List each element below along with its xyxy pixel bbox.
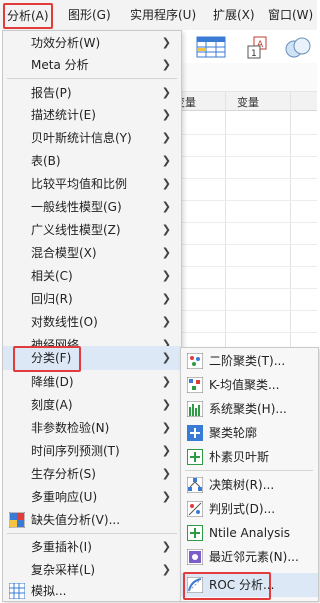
editor-toolbar-strip [180,63,317,92]
chevron-right-icon: ❯ [161,490,171,503]
menu-item-bayesian-statistics[interactable]: 贝叶斯统计信息(Y) ❯ [3,126,181,150]
classify-submenu: 二阶聚类(T)... K-均值聚类... 系统聚类(H)... 聚类轮廓 朴素贝… [180,347,319,602]
menu-item-generalized-linear-models[interactable]: 广义线性模型(Z) ❯ [3,218,181,242]
twostep-cluster-icon [187,353,203,369]
submenu-item-ntile-analysis[interactable]: Ntile Analysis [181,521,318,545]
menu-item-missing-value-analysis[interactable]: 缺失值分析(V)... [3,508,181,532]
menu-item-power-analysis[interactable]: 功效分析(W) ❯ [3,31,181,55]
chevron-right-icon: ❯ [161,223,171,236]
submenu-item-twostep-cluster[interactable]: 二阶聚类(T)... [181,349,318,373]
chevron-right-icon: ❯ [161,540,171,553]
menu-item-descriptive-statistics[interactable]: 描述统计(E) ❯ [3,103,181,127]
menubar: 分析(A) 图形(G) 实用程序(U) 扩展(X) 窗口(W) [0,0,317,31]
chevron-right-icon: ❯ [161,375,171,388]
menu-item-meta-analysis[interactable]: Meta 分析 ❯ [3,53,181,77]
submenu-item-roc-analysis[interactable]: ROC 分析... [181,572,318,600]
chevron-right-icon: ❯ [161,36,171,49]
cluster-silhouette-icon [187,425,203,441]
ntile-icon [187,525,203,541]
menu-item-forecasting[interactable]: 时间序列预测(T) ❯ [3,439,181,463]
missing-value-icon [9,512,25,528]
menu-item-reports[interactable]: 报告(P) ❯ [3,81,181,105]
menu-item-dimension-reduction[interactable]: 降维(D) ❯ [3,370,181,394]
chevron-right-icon: ❯ [161,467,171,480]
submenu-item-kmeans-cluster[interactable]: K-均值聚类... [181,373,318,397]
menu-item-loglinear[interactable]: 对数线性(O) ❯ [3,310,181,334]
nearest-neighbor-icon [187,549,203,565]
hierarchical-cluster-icon [187,401,203,417]
chevron-right-icon: ❯ [161,131,171,144]
chevron-right-icon: ❯ [161,246,171,259]
analyze-menu: 功效分析(W) ❯ Meta 分析 ❯ 报告(P) ❯ 描述统计(E) ❯ 贝叶斯统计信… [2,30,182,602]
decision-tree-icon [187,477,203,493]
menu-item-mixed-models[interactable]: 混合模型(X) ❯ [3,241,181,265]
submenu-item-hierarchical-cluster[interactable]: 系统聚类(H)... [181,397,318,421]
svg-text:1: 1 [251,49,257,59]
menu-item-multiple-response[interactable]: 多重响应(U) ❯ [3,485,181,509]
chevron-right-icon: ❯ [161,351,171,364]
value-labels-icon[interactable]: A 1 [246,36,270,60]
menu-analyze[interactable]: 分析(A) [3,3,53,29]
chevron-right-icon: ❯ [161,200,171,213]
chevron-right-icon: ❯ [161,58,171,71]
kmeans-cluster-icon [187,377,203,393]
chevron-right-icon: ❯ [161,444,171,457]
chevron-right-icon: ❯ [161,177,171,190]
grid-header: 变量 变量 [174,92,317,111]
menu-item-regression[interactable]: 回归(R) ❯ [3,287,181,311]
menu-item-simulation[interactable]: 模拟... [3,579,181,603]
menu-item-compare-means[interactable]: 比较平均值和比例 ❯ [3,172,181,196]
chevron-right-icon: ❯ [161,108,171,121]
menu-utilities[interactable]: 实用程序(U) [130,6,196,24]
menu-item-general-linear-model[interactable]: 一般线性模型(G) ❯ [3,195,181,219]
menu-item-multiple-imputation[interactable]: 多重插补(I) ❯ [3,535,181,559]
submenu-item-discriminant[interactable]: 判别式(D)... [181,497,318,521]
chevron-right-icon: ❯ [161,398,171,411]
naive-bayes-icon [187,449,203,465]
discriminant-icon [187,501,203,517]
chevron-right-icon: ❯ [161,86,171,99]
menu-item-correlate[interactable]: 相关(C) ❯ [3,264,181,288]
chevron-right-icon: ❯ [161,154,171,167]
use-sets-icon[interactable] [284,36,312,60]
chevron-right-icon: ❯ [161,269,171,282]
submenu-item-nearest-neighbor[interactable]: 最近邻元素(N)... [181,545,318,569]
chevron-right-icon: ❯ [161,292,171,305]
column-header[interactable]: 变量 [237,94,259,110]
submenu-item-naive-bayes[interactable]: 朴素贝叶斯 [181,445,318,469]
table-icon[interactable] [196,36,226,58]
menu-graphs[interactable]: 图形(G) [68,6,111,24]
chevron-right-icon: ❯ [161,315,171,328]
menu-item-survival[interactable]: 生存分析(S) ❯ [3,462,181,486]
menu-window[interactable]: 窗口(W) [268,6,313,24]
menu-item-classify[interactable]: 分类(F) ❯ [3,346,181,372]
submenu-item-cluster-silhouettes[interactable]: 聚类轮廓 [181,421,318,445]
menu-item-scale[interactable]: 刻度(A) ❯ [3,393,181,417]
submenu-item-decision-tree[interactable]: 决策树(R)... [181,473,318,497]
chevron-right-icon: ❯ [161,421,171,434]
menu-item-nonparametric-tests[interactable]: 非参数检验(N) ❯ [3,416,181,440]
simulation-icon [9,583,25,599]
menu-extensions[interactable]: 扩展(X) [213,6,255,24]
menu-item-tables[interactable]: 表(B) ❯ [3,149,181,173]
roc-icon [187,577,203,593]
